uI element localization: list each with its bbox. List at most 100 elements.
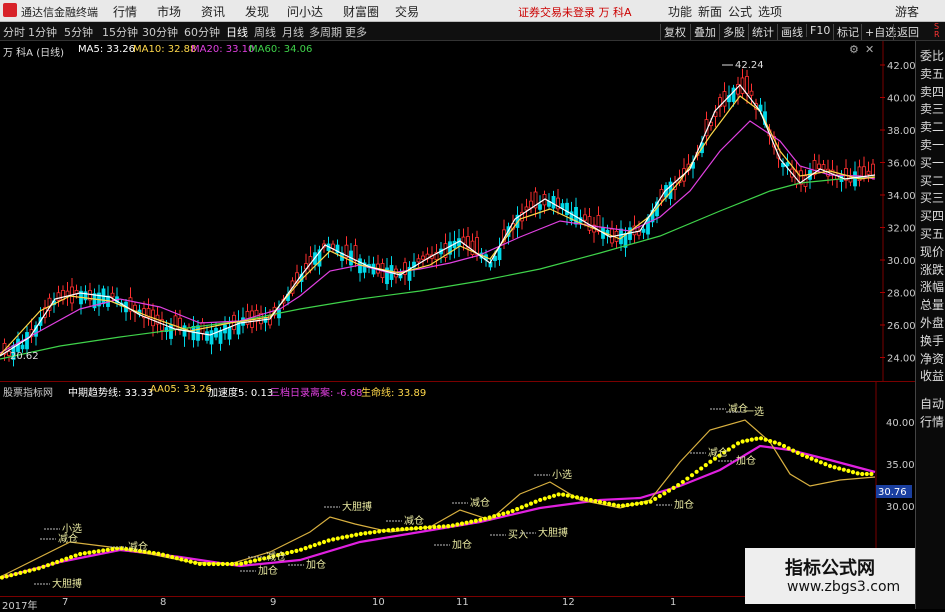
- stats-button[interactable]: 统计: [748, 24, 774, 40]
- period-1min[interactable]: 1分钟: [28, 24, 57, 40]
- trend-dot: [183, 558, 189, 563]
- sidebar-item[interactable]: 委比: [920, 49, 944, 63]
- period-multi[interactable]: 多周期: [309, 24, 342, 40]
- trend-dot: [331, 537, 336, 542]
- menu-jiaoyi[interactable]: 交易: [395, 3, 419, 20]
- trend-dot: [22, 569, 28, 574]
- trend-dot: [110, 547, 115, 552]
- sidebar-item[interactable]: 买二: [920, 174, 944, 188]
- trend-dot: [239, 561, 244, 566]
- signal-annotation: 大胆搏: [342, 500, 372, 513]
- sidebar-item[interactable]: 现价: [920, 245, 944, 259]
- sidebar-item[interactable]: 总量: [920, 298, 944, 312]
- f10-button[interactable]: F10: [806, 24, 830, 37]
- trend-dot: [634, 501, 639, 506]
- period-intraday[interactable]: 分时: [3, 24, 25, 40]
- menu-shichang[interactable]: 市场: [157, 3, 181, 20]
- trend-dot: [294, 548, 299, 553]
- new-screen-button[interactable]: 新面: [698, 3, 722, 20]
- trend-dot: [524, 503, 529, 508]
- sidebar-item[interactable]: 买一: [920, 156, 944, 170]
- trend-dot: [252, 558, 258, 563]
- trend-dot: [349, 533, 354, 538]
- function-button[interactable]: 功能: [668, 3, 692, 20]
- date-2017: 2017年: [2, 601, 38, 612]
- candle: [173, 315, 178, 330]
- sidebar-item[interactable]: 买三: [920, 191, 944, 205]
- period-weekly[interactable]: 周线: [254, 24, 276, 40]
- signal-annotation: 大胆搏: [52, 577, 82, 590]
- multi-stock-button[interactable]: 多股: [719, 24, 745, 40]
- overlay-button[interactable]: 叠加: [690, 24, 716, 40]
- formula-button[interactable]: 公式: [728, 3, 752, 20]
- add-watchlist-button[interactable]: +自选: [861, 24, 896, 40]
- sidebar-item[interactable]: 涨幅: [920, 280, 944, 294]
- trend-dot: [193, 560, 198, 565]
- signal-annotation: 加仓: [258, 564, 278, 577]
- period-15min[interactable]: 15分钟: [102, 24, 138, 40]
- trend-dot: [653, 496, 658, 501]
- candle: [871, 163, 875, 176]
- date-11: 11: [456, 597, 469, 608]
- trend-dot: [464, 520, 469, 525]
- adjust-button[interactable]: 复权: [660, 24, 686, 40]
- sidebar-item[interactable]: 卖三: [920, 102, 944, 116]
- menu-zixun[interactable]: 资讯: [201, 3, 225, 20]
- period-30min[interactable]: 30分钟: [142, 24, 178, 40]
- sidebar-item[interactable]: 买五: [920, 227, 944, 241]
- candle: [218, 329, 223, 344]
- app-logo-icon: [3, 3, 17, 17]
- menu-hangqing[interactable]: 行情: [113, 3, 137, 20]
- trend-dot: [45, 563, 51, 568]
- period-daily[interactable]: 日线: [226, 24, 248, 40]
- sidebar-item[interactable]: 卖五: [920, 67, 944, 81]
- menu-caifuquan[interactable]: 财富圈: [343, 3, 379, 20]
- sidebar-item[interactable]: 换手: [920, 334, 944, 348]
- sidebar-item[interactable]: 卖一: [920, 138, 944, 152]
- menu-faxian[interactable]: 发现: [245, 3, 269, 20]
- sidebar-item[interactable]: 行情: [920, 415, 944, 429]
- trend-dot: [800, 452, 805, 458]
- main-y-tick: 36.00: [887, 159, 915, 170]
- trend-dot: [105, 547, 110, 552]
- signal-annotation: 大胆搏: [538, 526, 568, 539]
- trend-dot: [303, 546, 308, 551]
- sidebar-item[interactable]: 净资: [920, 352, 944, 366]
- sidebar-item[interactable]: 卖二: [920, 120, 944, 134]
- candle: [416, 258, 421, 263]
- trend-dot: [542, 496, 547, 501]
- period-more[interactable]: 更多: [345, 24, 367, 40]
- candle: [524, 206, 529, 211]
- trend-dot: [174, 556, 179, 561]
- mark-button[interactable]: 标记: [833, 24, 859, 40]
- guest-button[interactable]: 游客: [895, 3, 919, 20]
- trend-dot: [630, 502, 635, 507]
- menu-wenxiaoda[interactable]: 问小达: [287, 3, 323, 20]
- trend-dot: [777, 441, 782, 446]
- main-y-tick: 32.00: [887, 224, 915, 235]
- main-y-tick: 30.00: [887, 256, 915, 267]
- sidebar-item[interactable]: 收益: [920, 369, 944, 383]
- sidebar-item[interactable]: 自动: [920, 397, 944, 411]
- trend-dot: [436, 524, 442, 529]
- kline-chart[interactable]: 万 科A (日线) MA5: 33.26 MA10: 32.88 MA20: 3…: [0, 41, 915, 381]
- back-button[interactable]: 返回: [893, 24, 919, 40]
- sidebar-item[interactable]: 外盘: [920, 316, 944, 330]
- trend-dot: [344, 534, 350, 539]
- sidebar-item[interactable]: 涨跌: [920, 263, 944, 277]
- sidebar-item[interactable]: 卖四: [920, 85, 944, 99]
- trend-dot: [459, 521, 465, 526]
- options-button[interactable]: 选项: [758, 3, 782, 20]
- trend-dot: [505, 510, 511, 515]
- period-5min[interactable]: 5分钟: [64, 24, 93, 40]
- sub-y-axis: 40.00 35.00 30.00: [886, 418, 915, 513]
- draw-line-button[interactable]: 画线: [777, 24, 803, 40]
- trend-dot: [703, 462, 708, 468]
- signal-annotations: 小选减仓大胆搏减仓加仓减仓加仓大胆搏减仓加仓买入 大胆搏减仓小选减仓加仓一选减仓加…: [34, 402, 764, 590]
- period-monthly[interactable]: 月线: [282, 24, 304, 40]
- trend-dot: [473, 518, 478, 523]
- trend-dot: [515, 507, 520, 512]
- trend-dot: [455, 522, 460, 527]
- period-60min[interactable]: 60分钟: [184, 24, 220, 40]
- sidebar-item[interactable]: 买四: [920, 209, 944, 223]
